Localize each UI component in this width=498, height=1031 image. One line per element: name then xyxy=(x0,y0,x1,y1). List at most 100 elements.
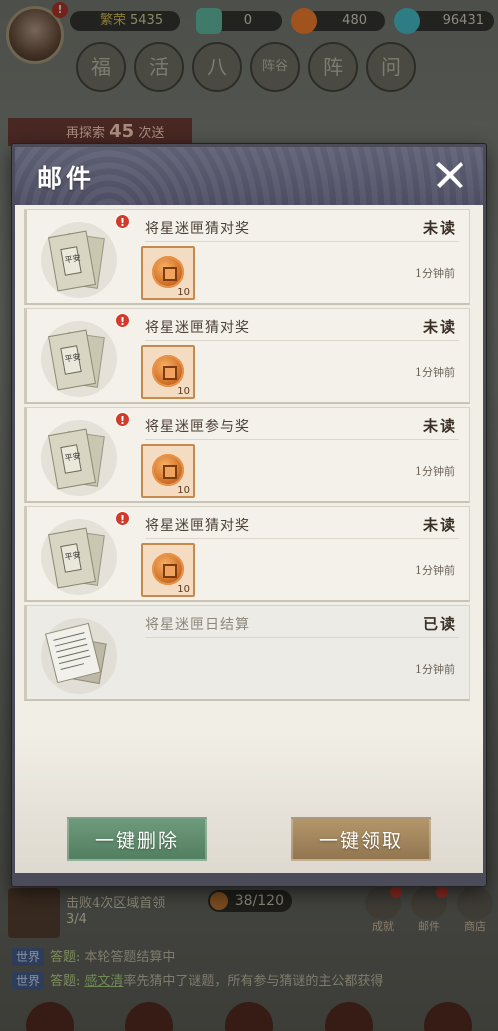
reward-quantity: 10 xyxy=(177,485,190,496)
gem-icon xyxy=(394,8,420,34)
mail-alert-dot xyxy=(436,886,448,898)
activity-buttons: 福 活 八 阵谷 阵 问 xyxy=(76,42,416,92)
mail-status: 未读 xyxy=(422,219,457,237)
achievement-button[interactable]: 成就 xyxy=(364,886,402,936)
mail-divider xyxy=(145,241,459,242)
nav-button-5[interactable] xyxy=(424,1002,473,1031)
jade-counter[interactable]: 0 xyxy=(196,8,282,34)
chat-player-name[interactable]: 感文清 xyxy=(84,974,123,989)
jade-value: 0 xyxy=(243,13,252,28)
task-tracker[interactable]: 击败4次区域首领 3/4 xyxy=(8,886,354,940)
activity-button-4[interactable]: 阵谷 xyxy=(250,42,300,92)
mail-button[interactable]: 邮件 xyxy=(410,886,448,936)
unread-badge: ! xyxy=(115,412,130,427)
task-counter-value: 38/120 xyxy=(234,893,284,909)
chat-line: 世界 答题: 本轮答题结算中 xyxy=(12,946,492,970)
reward-quantity: 10 xyxy=(177,584,190,595)
nav-button-2[interactable] xyxy=(125,1002,174,1031)
mail-title: 将星迷匣猜对奖 xyxy=(145,320,250,336)
copper-coin-icon xyxy=(152,454,184,486)
activity-button-5[interactable]: 阵 xyxy=(308,42,358,92)
fame-label: 繁荣 xyxy=(100,13,127,28)
reward-item[interactable]: 10 xyxy=(141,543,195,597)
letter-icon: 平安 xyxy=(41,519,117,595)
shop-button[interactable]: 商店 xyxy=(456,886,494,936)
mail-time: 1分钟前 xyxy=(415,564,455,577)
activity-button-1[interactable]: 福 xyxy=(76,42,126,92)
mail-list[interactable]: 平安 ! 将星迷匣猜对奖 未读 10 1分钟前 平安 ! 将星迷匣猜对奖 未读 xyxy=(20,209,478,789)
coin-counter[interactable]: 480 xyxy=(291,8,385,34)
dialog-bottom-border xyxy=(15,873,483,883)
letter-icon: 平安 xyxy=(41,222,117,298)
mail-item[interactable]: 平安 ! 将星迷匣猜对奖 未读 10 1分钟前 xyxy=(24,308,470,404)
activity-button-6[interactable]: 问 xyxy=(366,42,416,92)
unread-badge: ! xyxy=(115,511,130,526)
unread-badge: ! xyxy=(115,214,130,229)
achievement-label: 成就 xyxy=(372,920,394,933)
mail-title: 将星迷匣猜对奖 xyxy=(145,221,250,237)
coin-icon xyxy=(291,8,317,34)
task-counter: 38/120 xyxy=(208,890,292,912)
achievement-alert-dot xyxy=(390,886,402,898)
mail-title: 将星迷匣猜对奖 xyxy=(145,518,250,534)
mail-time: 1分钟前 xyxy=(415,366,455,379)
jade-icon xyxy=(196,8,222,34)
mail-item[interactable]: 将星迷匣日结算 已读 1分钟前 xyxy=(24,605,470,701)
copper-coin-icon xyxy=(152,256,184,288)
delete-all-button[interactable]: 一键删除 xyxy=(67,817,207,861)
reward-item[interactable]: 10 xyxy=(141,444,195,498)
reward-item[interactable]: 10 xyxy=(141,345,195,399)
mail-status: 未读 xyxy=(422,318,457,336)
mail-item[interactable]: 平安 ! 将星迷匣猜对奖 未读 10 1分钟前 xyxy=(24,209,470,305)
chat-channel-tag: 世界 xyxy=(12,972,45,990)
nav-button-3[interactable] xyxy=(224,1002,273,1031)
reward-quantity: 10 xyxy=(177,386,190,397)
explore-banner[interactable]: 再探索 45 次送 xyxy=(8,118,192,146)
nav-button-4[interactable] xyxy=(324,1002,373,1031)
avatar-alert-badge: ! xyxy=(52,2,68,18)
mail-item[interactable]: 平安 ! 将星迷匣猜对奖 未读 10 1分钟前 xyxy=(24,506,470,602)
mail-dialog: 邮件 平安 ! 将星迷匣猜对奖 未读 10 1分钟前 平安 ! 将星迷匣猜对奖 … xyxy=(12,144,486,886)
mail-title: 将星迷匣日结算 xyxy=(145,617,250,633)
activity-button-2[interactable]: 活 xyxy=(134,42,184,92)
mail-status: 已读 xyxy=(422,615,457,633)
coin-value: 480 xyxy=(342,13,367,28)
side-icons: 成就 邮件 商店 xyxy=(364,886,494,936)
chat-panel[interactable]: 世界 答题: 本轮答题结算中 世界 答题: 感文清率先猜中了谜题，所有参与猜谜的主公都获… xyxy=(12,946,492,994)
mail-dialog-header: 邮件 xyxy=(15,147,483,205)
mail-dialog-title: 邮件 xyxy=(37,164,96,193)
chat-channel-tag: 世界 xyxy=(12,948,45,966)
copper-coin-icon xyxy=(152,355,184,387)
explore-text: 再探索 xyxy=(66,126,106,141)
chat-prefix: 答题: xyxy=(50,974,81,989)
nav-button-1[interactable] xyxy=(25,1002,74,1031)
mail-divider xyxy=(145,637,459,638)
close-button[interactable] xyxy=(433,157,467,191)
chat-text: 率先猜中了谜题，所有参与猜谜的主公都获得 xyxy=(123,974,384,989)
explore-count: 45 xyxy=(109,121,135,142)
top-bar: ! 繁荣 5435 0 480 96431 福 活 八 阵谷 阵 问 xyxy=(0,0,498,92)
claim-all-button[interactable]: 一键领取 xyxy=(291,817,431,861)
mail-time: 1分钟前 xyxy=(415,663,455,676)
mail-time: 1分钟前 xyxy=(415,465,455,478)
activity-button-3[interactable]: 八 xyxy=(192,42,242,92)
bottom-nav xyxy=(0,1000,498,1031)
chat-prefix: 答题: xyxy=(50,950,81,965)
letter-icon: 平安 xyxy=(41,321,117,397)
task-icon xyxy=(8,888,60,938)
mail-title: 将星迷匣参与奖 xyxy=(145,419,250,435)
letter-icon: 平安 xyxy=(41,420,117,496)
mail-item[interactable]: 平安 ! 将星迷匣参与奖 未读 10 1分钟前 xyxy=(24,407,470,503)
fame-value: 5435 xyxy=(130,13,164,28)
mail-label: 邮件 xyxy=(418,920,440,933)
task-title: 击败4次区域首领 xyxy=(66,896,166,911)
shop-label: 商店 xyxy=(464,920,486,933)
mail-divider xyxy=(145,340,459,341)
fame-counter: 繁荣 5435 xyxy=(70,11,180,31)
gem-counter[interactable]: 96431 xyxy=(394,8,494,34)
reward-quantity: 10 xyxy=(177,287,190,298)
explore-suffix: 次送 xyxy=(138,126,165,141)
reward-item[interactable]: 10 xyxy=(141,246,195,300)
gem-value: 96431 xyxy=(442,13,484,28)
close-icon xyxy=(436,162,463,188)
